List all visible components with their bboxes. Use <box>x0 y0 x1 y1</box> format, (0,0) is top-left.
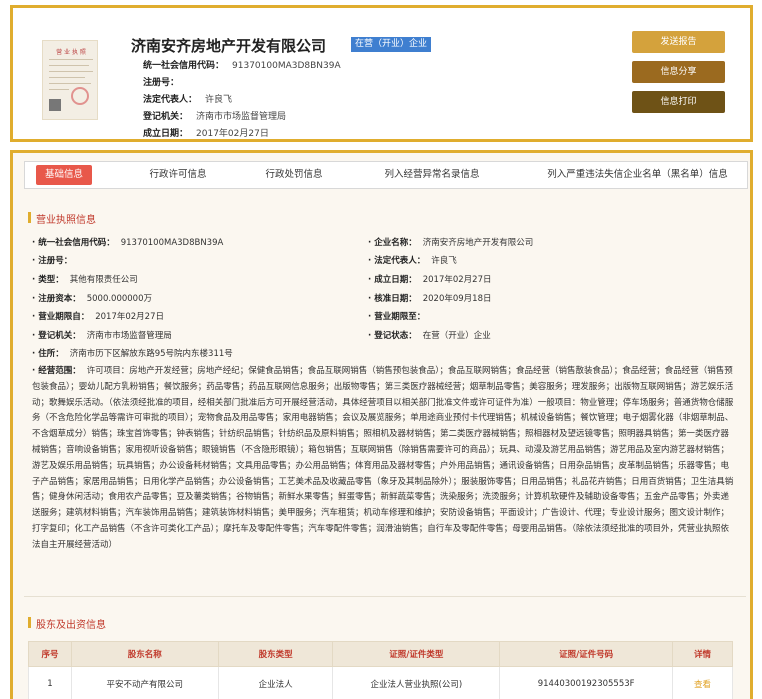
view-detail-link[interactable]: 查看 <box>694 680 711 690</box>
cell-no: 1 <box>28 666 72 699</box>
field-founded: 成立日期：2017年02月27日 <box>368 273 491 285</box>
field-credit-code: 统一社会信用代码：91370100MA3D8BN39A <box>32 236 223 248</box>
top-field-reg-no: 注册号： <box>143 78 180 88</box>
table-row: 1 平安不动产有限公司 企业法人 企业法人营业执照(公司) 9144030019… <box>28 666 733 699</box>
col-no: 序号 <box>28 641 72 667</box>
qr-code-icon <box>49 99 61 111</box>
seal-icon <box>71 87 89 105</box>
tab-basic-info[interactable]: 基础信息 <box>36 165 93 185</box>
cell-type: 企业法人 <box>217 666 334 699</box>
company-name: 济南安齐房地产开发有限公司 <box>131 37 327 55</box>
business-scope: 经营范围：许可项目：房地产开发经营；房地产经纪；保健食品销售；食品互联网销售（销… <box>32 364 736 554</box>
tab-bar: 基础信息 行政许可信息 行政处罚信息 列入经营异常名录信息 列入严重违法失信企业… <box>24 161 748 189</box>
col-cert-type: 证照/证件类型 <box>332 641 501 667</box>
business-license-thumbnail[interactable]: 营 业 执 照 <box>42 40 98 120</box>
col-cert-no: 证照/证件号码 <box>499 641 674 667</box>
section-divider <box>24 596 746 597</box>
field-address: 住所：济南市历下区解放东路95号院内东楼311号 <box>32 347 233 359</box>
details-card: 基础信息 行政许可信息 行政处罚信息 列入经营异常名录信息 列入严重违法失信企业… <box>10 150 753 699</box>
field-type: 类型：其他有限责任公司 <box>32 273 138 285</box>
col-name: 股东名称 <box>70 641 219 667</box>
field-legal-rep: 法定代表人：许良飞 <box>368 254 457 266</box>
field-term-to: 营业期限至： <box>368 310 431 322</box>
field-authority: 登记机关：济南市市场监督管理局 <box>32 329 172 341</box>
license-thumb-title: 营 业 执 照 <box>56 49 86 56</box>
top-field-authority: 登记机关： 济南市市场监督管理局 <box>143 112 287 122</box>
table-header-row: 序号 股东名称 股东类型 证照/证件类型 证照/证件号码 详情 <box>28 641 733 667</box>
top-field-legal-rep: 法定代表人： 许良飞 <box>143 95 233 105</box>
field-term-from: 营业期限自：2017年02月27日 <box>32 310 164 322</box>
tab-admin-penalty[interactable]: 行政处罚信息 <box>249 162 339 188</box>
top-field-founded: 成立日期： 2017年02月27日 <box>143 129 269 139</box>
tab-blacklist[interactable]: 列入严重违法失信企业名单（黑名单）信息 <box>535 162 740 188</box>
send-report-button[interactable]: 发送报告 <box>632 31 725 53</box>
business-scope-text: 许可项目：房地产开发经营；房地产经纪；保健食品销售；食品互联网销售（销售预包装食… <box>32 366 734 550</box>
status-badge: 在营（开业）企业 <box>351 37 432 52</box>
share-info-button[interactable]: 信息分享 <box>632 61 725 83</box>
field-company-name: 企业名称：济南安齐房地产开发有限公司 <box>368 236 533 248</box>
shareholders-section-title: 股东及出资信息 <box>28 616 106 631</box>
field-reg-status: 登记状态：在营（开业）企业 <box>368 329 491 341</box>
col-type: 股东类型 <box>217 641 334 667</box>
field-capital: 注册资本：5000.000000万 <box>32 292 152 304</box>
print-info-button[interactable]: 信息打印 <box>632 91 725 113</box>
field-approved: 核准日期：2020年09月18日 <box>368 292 491 304</box>
field-reg-no: 注册号： <box>32 254 78 266</box>
cell-cert-no: 91440300192305553F <box>499 666 674 699</box>
business-license-section-title: 营业执照信息 <box>28 211 96 226</box>
tab-admin-license[interactable]: 行政许可信息 <box>133 162 223 188</box>
col-detail: 详情 <box>672 641 733 667</box>
shareholders-table: 序号 股东名称 股东类型 证照/证件类型 证照/证件号码 详情 1 平安不动产有… <box>28 641 733 699</box>
cell-cert-type: 企业法人营业执照(公司) <box>332 666 501 699</box>
top-field-credit-code: 统一社会信用代码： 91370100MA3D8BN39A <box>143 61 341 71</box>
cell-name: 平安不动产有限公司 <box>70 666 219 699</box>
tab-abnormal-list[interactable]: 列入经营异常名录信息 <box>372 162 492 188</box>
